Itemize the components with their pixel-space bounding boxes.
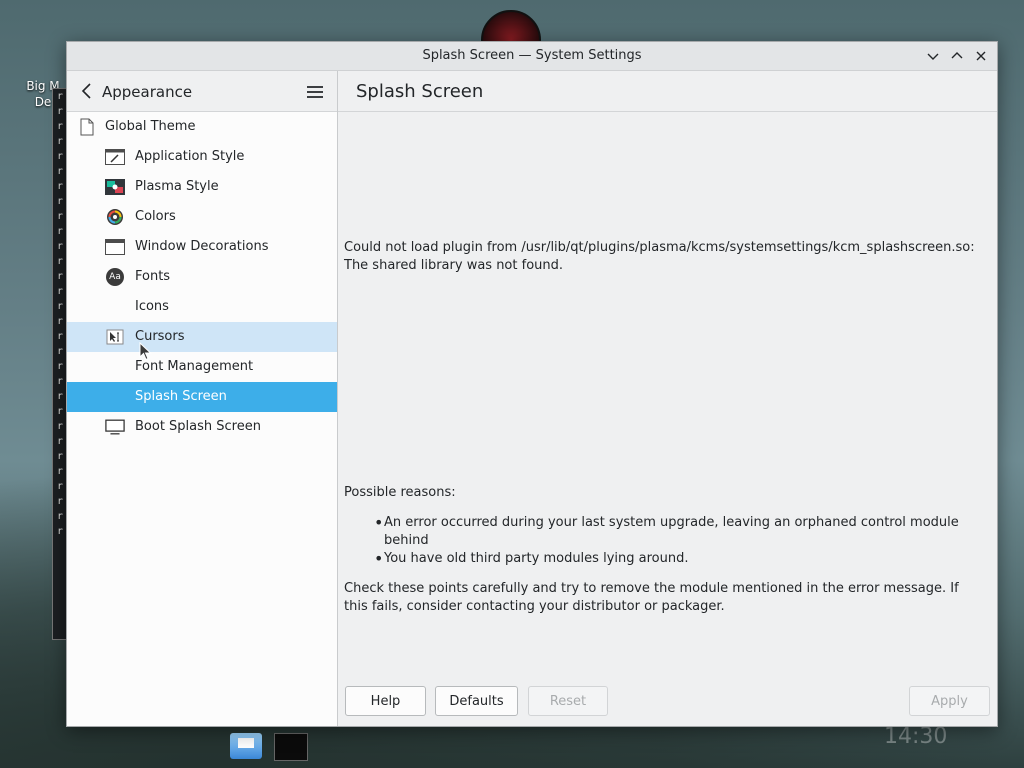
taskbar-terminal-icon[interactable] <box>274 733 308 761</box>
monitor-icon <box>105 418 125 436</box>
list-item: You have old third party modules lying a… <box>374 550 979 568</box>
fonts-icon-text: Aa <box>106 268 124 286</box>
reasons-heading: Possible reasons: <box>344 485 456 500</box>
plasma-style-icon <box>105 178 125 196</box>
page-header: Splash Screen <box>338 71 997 112</box>
possible-reasons-block: Possible reasons: An error occurred duri… <box>344 484 979 616</box>
reasons-list: An error occurred during your last syste… <box>344 514 979 568</box>
close-button[interactable] <box>971 46 991 66</box>
sidebar-item-window-decorations[interactable]: Window Decorations <box>67 232 337 262</box>
button-bar: Help Defaults Reset Apply <box>338 682 997 726</box>
sidebar-item-plasma-style[interactable]: Plasma Style <box>67 172 337 202</box>
sidebar-item-icons[interactable]: Icons <box>67 292 337 322</box>
close-icon <box>976 51 986 61</box>
page-title: Splash Screen <box>356 81 484 102</box>
sidebar-item-boot-splash-screen[interactable]: Boot Splash Screen <box>67 412 337 442</box>
sidebar-item-label: Plasma Style <box>135 179 219 194</box>
colors-icon <box>105 208 125 226</box>
hamburger-menu-icon <box>307 86 323 98</box>
sidebar-header: Appearance <box>67 71 337 112</box>
apply-button[interactable]: Apply <box>909 686 990 716</box>
minimize-button[interactable] <box>923 46 943 66</box>
sidebar-item-global-theme[interactable]: Global Theme <box>67 112 337 142</box>
sidebar-item-label: Splash Screen <box>135 389 227 404</box>
window-title: Splash Screen — System Settings <box>422 48 642 63</box>
sidebar-item-application-style[interactable]: Application Style <box>67 142 337 172</box>
sidebar: Appearance Global Theme Application Styl… <box>67 71 338 726</box>
window-decorations-icon <box>105 238 125 256</box>
list-item: An error occurred during your last syste… <box>374 514 979 550</box>
application-style-icon <box>105 148 125 166</box>
chevron-down-icon <box>927 53 939 60</box>
fonts-icon: Aa <box>105 268 125 286</box>
error-message-block: Could not load plugin from /usr/lib/qt/p… <box>344 239 979 275</box>
sidebar-item-colors[interactable]: Colors <box>67 202 337 232</box>
sidebar-item-label: Application Style <box>135 149 245 164</box>
sidebar-nav: Global Theme Application Style Plasma St… <box>67 112 337 442</box>
menu-button[interactable] <box>305 82 325 102</box>
cursors-icon <box>105 328 125 346</box>
sidebar-item-label: Icons <box>135 299 169 314</box>
advice-text: Check these points carefully and try to … <box>344 581 959 614</box>
pointer-arrow-icon <box>139 342 152 361</box>
chevron-up-icon <box>951 52 963 59</box>
reset-button[interactable]: Reset <box>528 686 608 716</box>
sidebar-item-splash-screen[interactable]: Splash Screen <box>67 382 337 412</box>
chevron-left-icon <box>81 83 91 99</box>
maximize-button[interactable] <box>947 46 967 66</box>
sidebar-item-label: Fonts <box>135 269 171 284</box>
sidebar-item-cursors[interactable]: Cursors <box>67 322 337 352</box>
system-settings-window: Splash Screen — System Settings Appearan… <box>66 41 998 727</box>
sidebar-item-label: Global Theme <box>105 119 196 134</box>
defaults-button[interactable]: Defaults <box>435 686 518 716</box>
taskbar-network-settings-icon[interactable] <box>230 733 262 759</box>
sidebar-item-fonts[interactable]: Aa Fonts <box>67 262 337 292</box>
sidebar-item-label: Colors <box>135 209 176 224</box>
sidebar-item-label: Window Decorations <box>135 239 269 254</box>
desktop-clock: 14:30 <box>884 724 948 749</box>
window-titlebar[interactable]: Splash Screen — System Settings <box>67 42 997 71</box>
page-icon <box>77 118 97 136</box>
sidebar-title: Appearance <box>102 83 193 101</box>
sidebar-item-label: Boot Splash Screen <box>135 419 261 434</box>
help-button[interactable]: Help <box>345 686 426 716</box>
error-message: Could not load plugin from /usr/lib/qt/p… <box>344 240 975 273</box>
content-area: Could not load plugin from /usr/lib/qt/p… <box>338 112 997 682</box>
back-button[interactable] <box>77 81 97 101</box>
sidebar-item-font-management[interactable]: Font Management <box>67 352 337 382</box>
